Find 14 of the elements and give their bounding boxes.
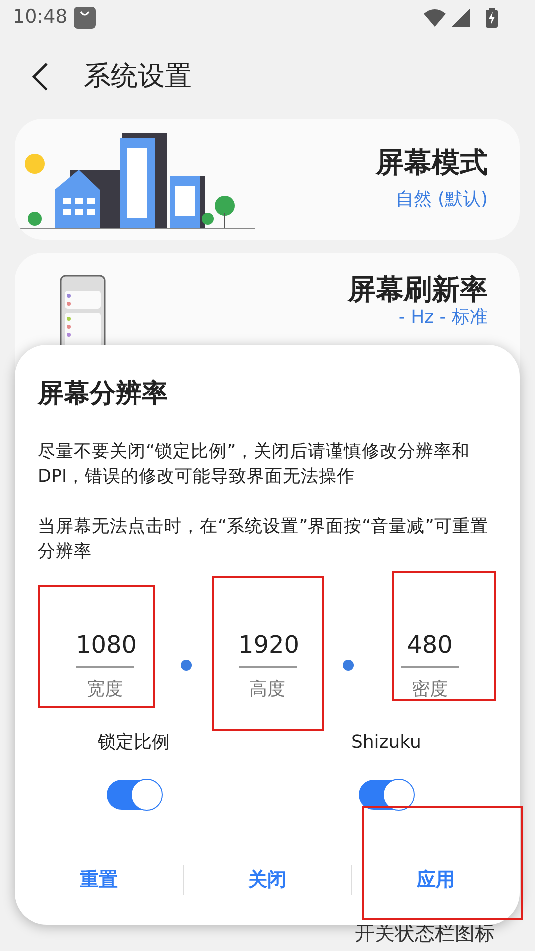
card-subtitle: 自然 (默认) <box>396 188 488 212</box>
field-label: 宽度 <box>87 678 123 702</box>
card-title: 屏幕模式 <box>376 145 488 181</box>
switch-label: 锁定比例 <box>98 731 170 755</box>
field-label: 高度 <box>250 678 286 702</box>
card-title: 屏幕刷新率 <box>348 275 488 306</box>
dialog-message: 尽量不要关闭“锁定比例”，关闭后请谨慎修改分辨率和DPI，错误的修改可能导致界面无法操作 <box>37 441 472 489</box>
page-title: 系统设置 <box>84 60 192 94</box>
switch-label: Shizuku <box>351 731 422 755</box>
field-label: 密度 <box>412 678 448 702</box>
dialog-message: 当屏幕无法点击时，在“系统设置”界面按“音量减”可重置分辨率 <box>37 516 490 564</box>
status-time: 10:48 <box>13 5 68 30</box>
dialog-title: 屏幕分辨率 <box>36 378 169 411</box>
card-subtitle: - Hz - 标准 <box>398 308 488 328</box>
